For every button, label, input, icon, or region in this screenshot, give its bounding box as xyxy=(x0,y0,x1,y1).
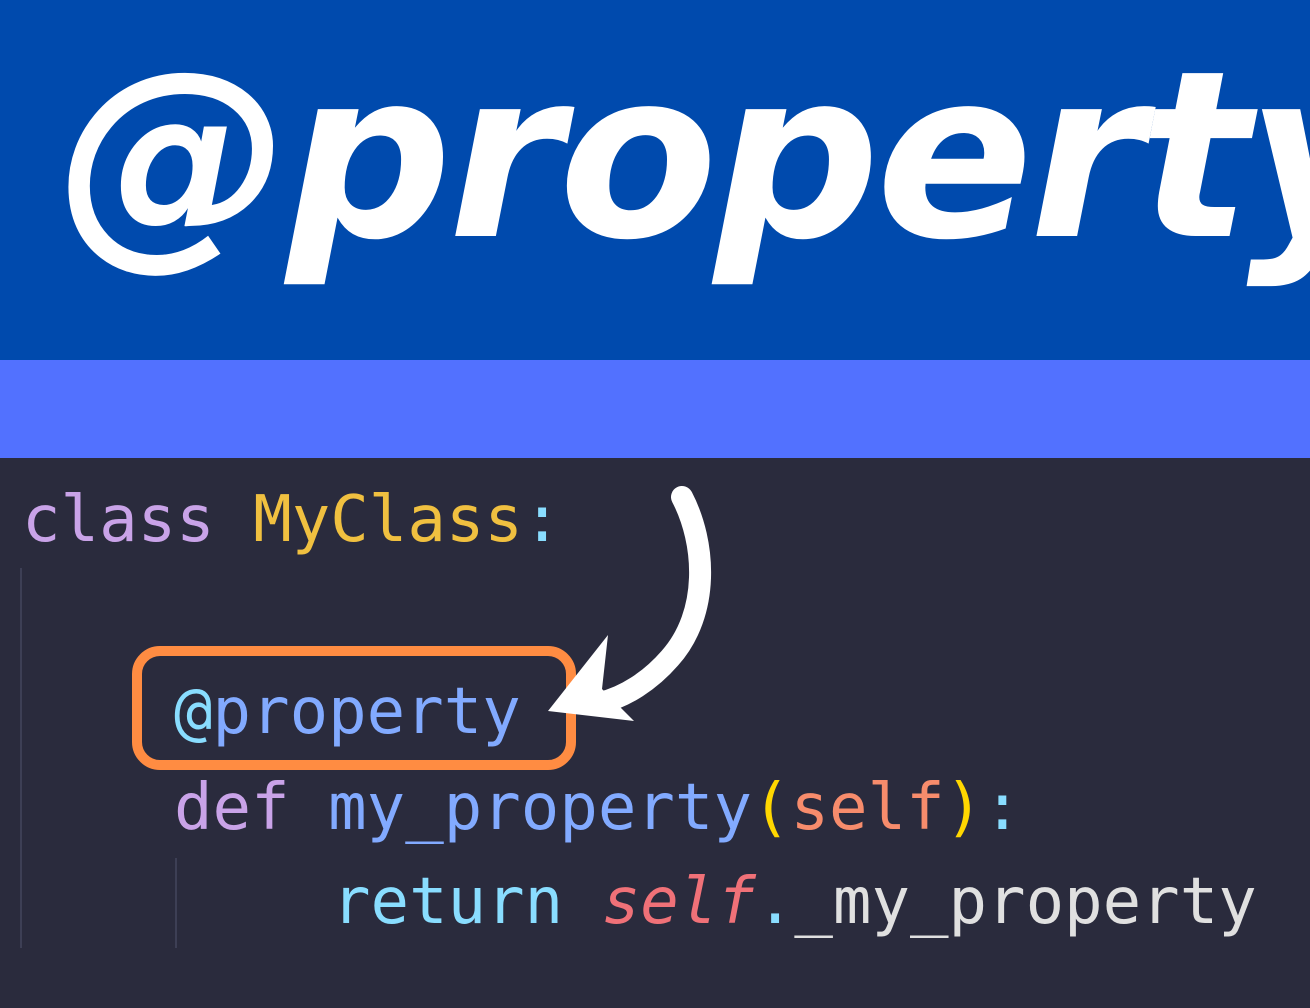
dot: . xyxy=(755,865,795,939)
code-line-decorator: @property xyxy=(174,680,521,744)
close-paren: ) xyxy=(944,771,984,845)
decorator-at-sign: @ xyxy=(174,675,213,749)
banner-title: @property xyxy=(58,21,1310,291)
keyword-def: def xyxy=(174,771,290,845)
code-line-class: class MyClass: xyxy=(22,488,561,552)
code-editor: class MyClass: @property def my_property… xyxy=(0,458,1310,1008)
class-name: MyClass xyxy=(253,483,523,557)
indent-guide-inner xyxy=(175,858,177,948)
def-colon: : xyxy=(983,771,1022,845)
title-banner: @property xyxy=(0,0,1310,360)
open-paren: ( xyxy=(751,771,791,845)
code-line-return: return self._my_property xyxy=(332,870,1257,934)
attribute-name: _my_property xyxy=(794,865,1257,939)
indent-guide-outer xyxy=(20,568,22,948)
keyword-class: class xyxy=(22,483,215,557)
param-self: self xyxy=(790,771,945,845)
code-line-def: def my_property(self): xyxy=(174,776,1022,840)
curved-arrow-icon xyxy=(548,486,711,721)
function-name: my_property xyxy=(328,771,752,845)
keyword-return: return xyxy=(332,865,564,939)
self-keyword: self xyxy=(601,865,756,939)
accent-stripe xyxy=(0,360,1310,458)
decorator-name: property xyxy=(212,675,521,749)
